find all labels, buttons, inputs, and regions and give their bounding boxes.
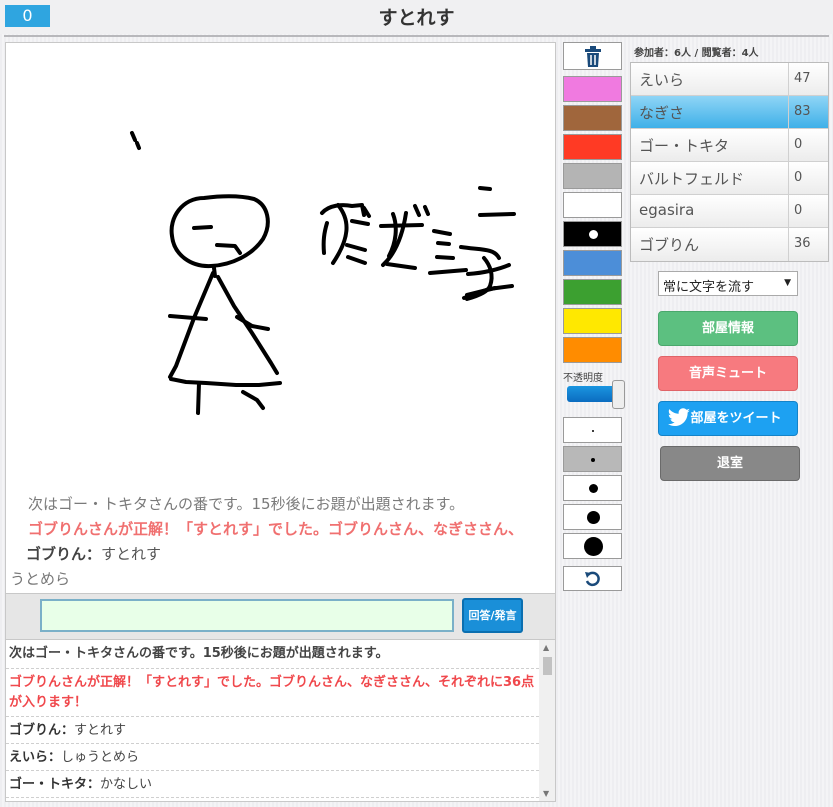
pen-size-4[interactable] (563, 504, 622, 530)
player-score: 36 (794, 236, 811, 251)
color-swatch[interactable] (563, 163, 622, 189)
pen-size-3[interactable] (563, 475, 622, 501)
player-row: なぎさ 83 (631, 96, 828, 129)
overlay-chat-message: ゴブりん：すとれす (26, 543, 161, 564)
log-row: えいら：しゅうとめら (6, 744, 539, 771)
chat-log: 次はゴー・トキタさんの番です。15秒後にお題が出題されます。 ゴブりんさんが正解… (5, 639, 556, 802)
color-swatch[interactable] (563, 308, 622, 334)
opacity-slider-handle[interactable] (612, 380, 625, 409)
undo-button[interactable] (563, 566, 622, 591)
opacity-label: 不透明度 (563, 373, 603, 384)
player-row: バルトフェルド 0 (631, 162, 828, 195)
player-score: 83 (794, 104, 811, 119)
opacity-slider[interactable] (567, 386, 617, 402)
log-row: ゴブりん：すとれす (6, 717, 539, 744)
player-score: 0 (794, 203, 803, 218)
drawing-canvas[interactable]: 次はゴー・トキタさんの番です。15秒後にお題が出題されます。 ゴブりんさんが正解… (5, 42, 556, 594)
color-swatch[interactable] (563, 192, 622, 218)
player-name: ゴー・トキタ (639, 137, 730, 155)
color-swatch[interactable] (563, 134, 622, 160)
player-score: 0 (794, 137, 803, 152)
log-author: えいら： (9, 750, 62, 765)
answer-bar: 回答/発言 (5, 594, 556, 639)
color-swatch[interactable] (563, 76, 622, 102)
color-swatch[interactable] (563, 279, 622, 305)
player-score: 47 (794, 71, 811, 86)
participant-count: 参加者：6人 / 閲覧者：4人 (634, 48, 759, 59)
player-name: なぎさ (639, 104, 685, 122)
log-author: ゴブりん： (9, 723, 75, 738)
log-text: かなしい (100, 777, 153, 792)
log-row: ゴブりんさんが正解！「すとれす」でした。ゴブりんさん、なぎささん、それぞれに36… (6, 669, 539, 717)
color-swatch[interactable] (563, 337, 622, 363)
text-flow-select[interactable]: 常に文字を流す ▼ (658, 271, 798, 296)
scroll-thumb[interactable] (543, 657, 552, 675)
pen-dot-icon (584, 537, 603, 556)
overlay-scrolling-text: うとめら (10, 570, 71, 588)
pen-dot-icon (589, 484, 598, 493)
log-text: すとれす (74, 723, 127, 738)
log-author: ゴー・トキタ： (9, 777, 101, 792)
color-swatch[interactable] (563, 221, 622, 247)
color-swatch[interactable] (563, 250, 622, 276)
scoreboard: えいら 47 なぎさ 83 ゴー・トキタ 0 バルトフェルド 0 egasira 0 ゴブ… (630, 62, 829, 262)
mute-button[interactable]: 音声ミュート (658, 356, 798, 391)
overlay-correct-message: ゴブりんさんが正解！「すとれす」でした。ゴブりんさん、なぎささん、 (28, 520, 524, 538)
player-row: egasira 0 (631, 195, 828, 228)
pen-dot-icon (587, 511, 600, 524)
pen-size-5[interactable] (563, 533, 622, 559)
log-row: ゴー・トキタ：かなしい (6, 771, 539, 798)
color-swatch[interactable] (563, 105, 622, 131)
chat-text: すとれす (101, 545, 162, 563)
undo-icon (584, 571, 600, 587)
clear-canvas-button[interactable] (563, 42, 622, 70)
player-name: ゴブりん (639, 236, 700, 254)
log-row: 次はゴー・トキタさんの番です。15秒後にお題が出題されます。 (6, 640, 539, 669)
answer-input[interactable] (40, 599, 454, 632)
player-name: egasira (639, 201, 695, 219)
player-row: ゴブりん 36 (631, 228, 828, 261)
overlay-system-message: 次はゴー・トキタさんの番です。15秒後にお題が出題されます。 (28, 495, 465, 513)
scroll-up-arrow-icon[interactable]: ▲ (543, 643, 549, 652)
scroll-down-arrow-icon[interactable]: ▼ (543, 789, 549, 798)
exit-room-button[interactable]: 退室 (660, 446, 800, 481)
page-title: すとれす (378, 7, 455, 29)
trash-icon (584, 46, 601, 67)
tweet-room-button[interactable]: 部屋をツイート (658, 401, 798, 436)
twitter-bird-icon (667, 408, 690, 426)
player-row: ゴー・トキタ 0 (631, 129, 828, 162)
log-scrollbar[interactable]: ▲ ▼ (539, 640, 555, 801)
select-value: 常に文字を流す (663, 280, 755, 295)
log-text: しゅうとめら (61, 750, 140, 765)
header-bar: 0 すとれす (0, 0, 833, 37)
pen-size-1[interactable] (563, 417, 622, 443)
pen-dot-icon (591, 458, 595, 462)
tweet-button-label: 部屋をツイート (690, 411, 782, 426)
selected-indicator-icon (589, 230, 598, 239)
chevron-down-icon: ▼ (784, 278, 791, 288)
player-name: バルトフェルド (639, 170, 745, 188)
room-info-button[interactable]: 部屋情報 (658, 311, 798, 346)
pen-size-2[interactable] (563, 446, 622, 472)
answer-submit-button[interactable]: 回答/発言 (462, 598, 523, 633)
player-score: 0 (794, 170, 803, 185)
chat-author: ゴブりん： (26, 545, 102, 563)
pen-dot-icon (592, 430, 594, 432)
player-row: えいら 47 (631, 63, 828, 96)
player-name: えいら (639, 71, 685, 89)
